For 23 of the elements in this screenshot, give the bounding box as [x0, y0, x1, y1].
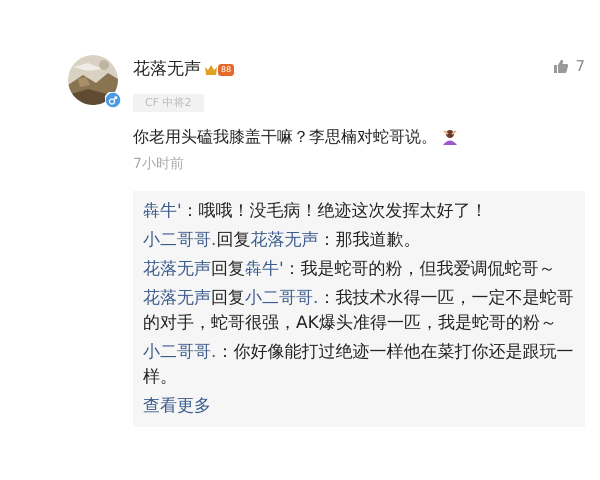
username-link[interactable]: 犇牛'	[245, 258, 284, 278]
username-link[interactable]: 小二哥哥.	[143, 342, 216, 362]
like-count: 7	[575, 56, 585, 76]
reply-text: 花落无声回复犇牛'：我是蛇哥的粉，但我爱调侃蛇哥～	[143, 258, 557, 280]
thumbs-up-icon[interactable]	[553, 58, 570, 74]
username-link[interactable]: 花落无声	[143, 288, 211, 308]
username-link[interactable]: 花落无声	[250, 230, 318, 250]
username[interactable]: 花落无声	[133, 57, 201, 82]
username-link[interactable]: 小二哥哥.	[245, 288, 318, 308]
male-icon	[105, 92, 121, 108]
reply-text: 小二哥哥.回复花落无声：那我道歉。	[143, 228, 422, 252]
reply-text: 小二哥哥.：你好像能打过绝迹一样他在菜打你还是跟玩一样。	[143, 340, 574, 388]
username-link[interactable]: 犇牛'	[143, 200, 182, 220]
view-more-link[interactable]: 查看更多	[143, 394, 211, 419]
level-badge: 88	[218, 64, 234, 76]
comment-text: 你老用头磕我膝盖干嘛？李思楠对蛇哥说。	[133, 126, 437, 148]
timestamp: 7小时前	[133, 154, 185, 174]
reply-text: 花落无声回复小二哥哥.：我技术水得一匹，一定不是蛇哥的对手，蛇哥很强，AK爆头准得一匹，我是蛇哥的粉～	[143, 286, 574, 334]
crown-icon	[204, 62, 218, 77]
username-link[interactable]: 小二哥哥.	[143, 230, 216, 250]
username-link[interactable]: 花落无声	[143, 258, 211, 278]
person-icon	[441, 128, 459, 146]
reply-text: 犇牛'：哦哦！没毛病！绝迹这次发挥太好了！	[143, 200, 489, 222]
